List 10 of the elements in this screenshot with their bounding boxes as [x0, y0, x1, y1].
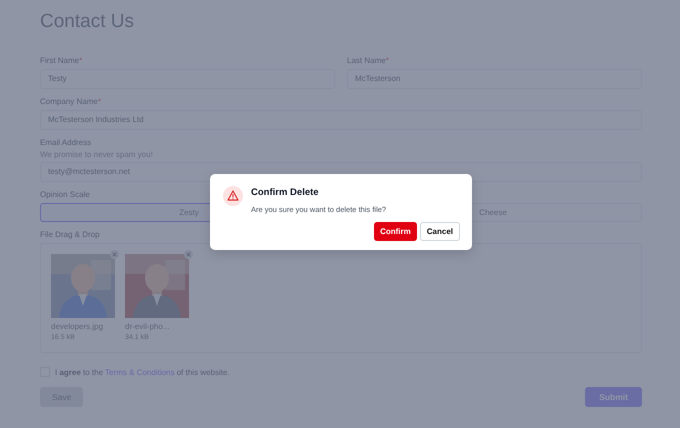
field-label: Company Name* — [40, 97, 101, 107]
warning-icon — [223, 186, 243, 206]
confirm-button[interactable]: Confirm — [374, 222, 417, 241]
field-label: First Name* — [40, 56, 82, 66]
field-label: Opinion Scale — [40, 190, 90, 200]
field-label: Email Address — [40, 138, 92, 148]
dialog-title: Confirm Delete — [251, 187, 320, 198]
cancel-button[interactable]: Cancel — [420, 222, 460, 241]
field-label: Last Name* — [347, 56, 389, 66]
field-label: File Drag & Drop — [40, 230, 100, 240]
